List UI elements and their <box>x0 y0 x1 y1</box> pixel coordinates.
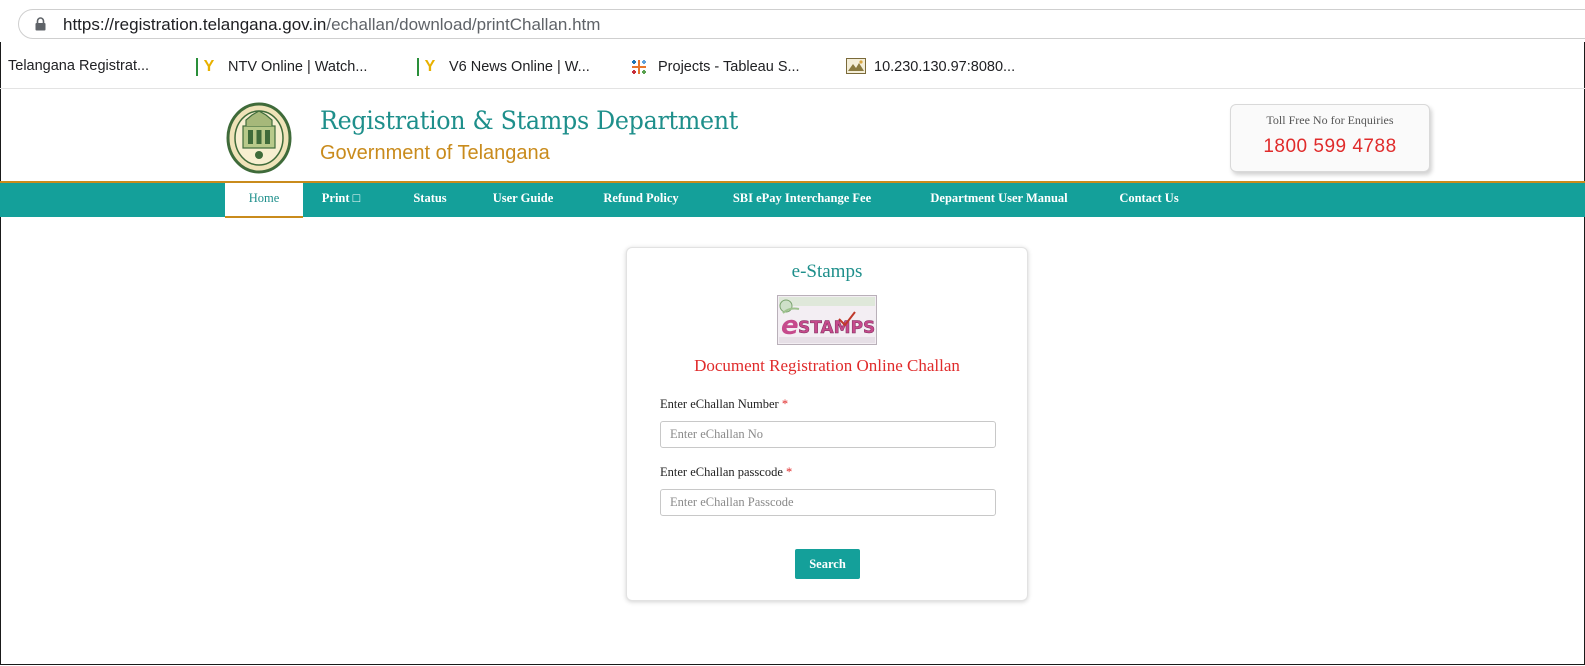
main-nav: Home Print □ Status User Guide Refund Po… <box>0 181 1585 218</box>
estamps-logo: e STAMPS <box>777 295 877 345</box>
tableau-icon <box>630 58 648 76</box>
nav-contact-us[interactable]: Contact Us <box>1110 183 1188 217</box>
bookmark-label: Projects - Tableau S... <box>658 59 800 75</box>
echallan-number-input[interactable] <box>660 421 996 448</box>
toll-free-number: 1800 599 4788 <box>1263 136 1397 157</box>
required-asterisk: * <box>786 465 793 479</box>
bookmark-tableau[interactable]: Projects - Tableau S... <box>630 58 800 76</box>
bookmark-label: V6 News Online | W... <box>449 59 590 75</box>
telangana-emblem-logo <box>226 102 292 174</box>
lock-icon <box>35 17 46 36</box>
bookmark-ip-address[interactable]: 10.230.130.97:8080... <box>846 58 1015 76</box>
svg-text:e: e <box>781 311 799 341</box>
bookmark-label: Telangana Registrat... <box>8 58 150 74</box>
search-button[interactable]: Search <box>795 549 860 579</box>
url-path: /echallan/download/printChallan.htm <box>326 15 601 34</box>
url-field[interactable]: https://registration.telangana.gov.in/ec… <box>18 9 1585 39</box>
y-logo-icon: Y <box>417 58 439 76</box>
image-thumbnail-icon <box>846 58 866 76</box>
bookmark-ntv[interactable]: Y NTV Online | Watch... <box>196 58 367 76</box>
nav-status[interactable]: Status <box>402 183 458 217</box>
card-subtitle: Document Registration Online Challan <box>694 356 960 375</box>
bookmark-label: 10.230.130.97:8080... <box>874 59 1016 75</box>
echallan-passcode-label-text: Enter eChallan passcode <box>660 465 783 479</box>
nav-refund-policy[interactable]: Refund Policy <box>592 183 690 217</box>
nav-home[interactable]: Home <box>225 183 303 218</box>
bookmark-telangana[interactable]: Telangana Registrat... <box>8 58 149 74</box>
required-asterisk: * <box>781 397 789 411</box>
toll-free-box: Toll Free No for Enquiries 1800 599 4788 <box>1230 104 1430 172</box>
nav-print[interactable]: Print □ <box>312 183 370 217</box>
echallan-passcode-label: Enter eChallan passcode * <box>660 465 792 480</box>
echallan-passcode-input[interactable] <box>660 489 996 516</box>
echallan-number-label-text: Enter eChallan Number <box>660 397 779 411</box>
toll-free-label: Toll Free No for Enquiries <box>1266 113 1394 127</box>
echallan-card: e-Stamps e STAMPS Document Registration … <box>626 247 1028 601</box>
url-text: https://registration.telangana.gov.in/ec… <box>63 15 600 35</box>
nav-department-user-manual[interactable]: Department User Manual <box>914 183 1084 217</box>
nav-user-guide[interactable]: User Guide <box>483 183 563 217</box>
bookmark-v6[interactable]: Y V6 News Online | W... <box>417 58 590 76</box>
url-host: https://registration.telangana.gov.in <box>63 15 327 34</box>
svg-text:STAMPS: STAMPS <box>798 318 875 338</box>
nav-sbi-epay-fee[interactable]: SBI ePay Interchange Fee <box>720 183 884 217</box>
address-bar: https://registration.telangana.gov.in/ec… <box>0 0 1585 42</box>
site-title: Registration & Stamps Department <box>320 106 739 135</box>
card-title: e-Stamps <box>791 261 863 282</box>
bookmarks-bar: Telangana Registrat... Y NTV Online | Wa… <box>0 48 1585 86</box>
y-logo-icon: Y <box>196 58 218 76</box>
echallan-number-label: Enter eChallan Number * <box>660 397 788 412</box>
site-subtitle: Government of Telangana <box>320 142 550 164</box>
bookmark-label: NTV Online | Watch... <box>228 59 368 75</box>
divider <box>0 88 1585 89</box>
